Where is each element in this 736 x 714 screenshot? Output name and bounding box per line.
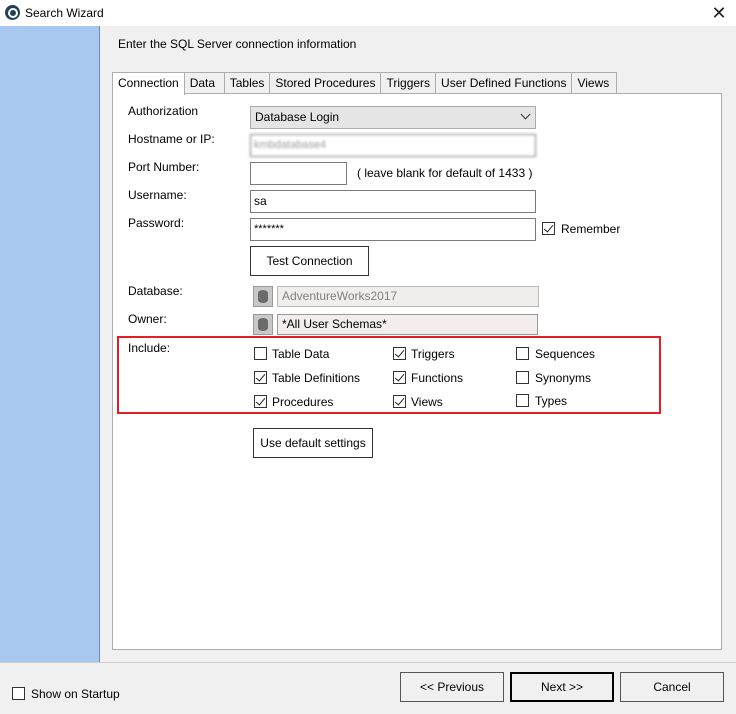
tab-stored-procedures[interactable]: Stored Procedures [269,72,382,94]
include-table-data-checkbox[interactable] [254,347,267,360]
include-table-definitions-checkbox[interactable] [254,371,267,384]
tab-connection[interactable]: Connection [112,72,185,95]
wizard-header: Enter the SQL Server connection informat… [118,37,357,51]
hostname-label: Hostname or IP: [128,132,215,146]
authorization-label: Authorization [128,104,199,118]
tab-views[interactable]: Views [571,72,618,94]
app-search-icon [5,5,20,20]
include-views-checkbox[interactable] [393,395,406,408]
owner-field[interactable]: *All User Schemas* [277,314,538,335]
include-sequences-label: Sequences [535,347,596,361]
port-label: Port Number: [128,160,200,174]
wizard-side-panel [0,26,100,662]
port-hint: ( leave blank for default of 1433 ) [357,166,533,180]
test-connection-button[interactable]: Test Connection [250,246,369,276]
include-table-data-label: Table Data [272,347,330,361]
tab-triggers[interactable]: Triggers [380,72,437,94]
authorization-value: Database Login [255,110,340,124]
title-bar: Search Wizard ✕ [0,0,736,26]
include-views-label: Views [411,395,443,409]
database-label: Database: [128,284,183,298]
include-triggers-label: Triggers [411,347,455,361]
username-input[interactable]: sa [250,190,536,213]
remember-label: Remember [561,222,621,236]
include-table-definitions-label: Table Definitions [272,371,361,385]
remember-checkbox[interactable] [542,222,555,235]
include-synonyms-label: Synonyms [535,371,592,385]
cancel-button[interactable]: Cancel [620,672,724,702]
chevron-down-icon [520,109,531,120]
database-icon [253,286,273,307]
next-button[interactable]: Next >> [510,672,614,702]
tab-tables[interactable]: Tables [223,72,271,94]
show-on-startup-checkbox[interactable] [12,687,25,700]
previous-button[interactable]: << Previous [400,672,504,702]
include-functions-label: Functions [411,371,464,385]
password-input[interactable]: ******* [250,218,536,241]
database-field: AdventureWorks2017 [277,286,539,307]
close-icon[interactable]: ✕ [708,2,730,24]
authorization-select[interactable]: Database Login [250,106,536,129]
tab-data[interactable]: Data [183,72,225,94]
include-types-label: Types [535,394,568,408]
owner-label: Owner: [128,312,167,326]
password-label: Password: [128,216,185,230]
include-procedures-label: Procedures [272,395,334,409]
port-input[interactable] [250,162,347,185]
include-functions-checkbox[interactable] [393,371,406,384]
tab-strip: Connection Data Tables Stored Procedures… [112,72,618,95]
hostname-input[interactable]: kmbdatabase4 [250,134,536,157]
include-sequences-checkbox[interactable] [516,347,529,360]
window-title: Search Wizard [25,6,104,20]
include-triggers-checkbox[interactable] [393,347,406,360]
footer-bar: Show on Startup << Previous Next >> Canc… [0,662,736,714]
include-types-checkbox[interactable] [516,394,529,407]
include-procedures-checkbox[interactable] [254,395,267,408]
use-default-settings-button[interactable]: Use default settings [253,428,373,458]
username-label: Username: [128,188,187,202]
show-on-startup-label: Show on Startup [31,687,120,701]
include-synonyms-checkbox[interactable] [516,371,529,384]
tab-user-defined-functions[interactable]: User Defined Functions [435,72,573,94]
owner-database-icon [253,314,273,335]
